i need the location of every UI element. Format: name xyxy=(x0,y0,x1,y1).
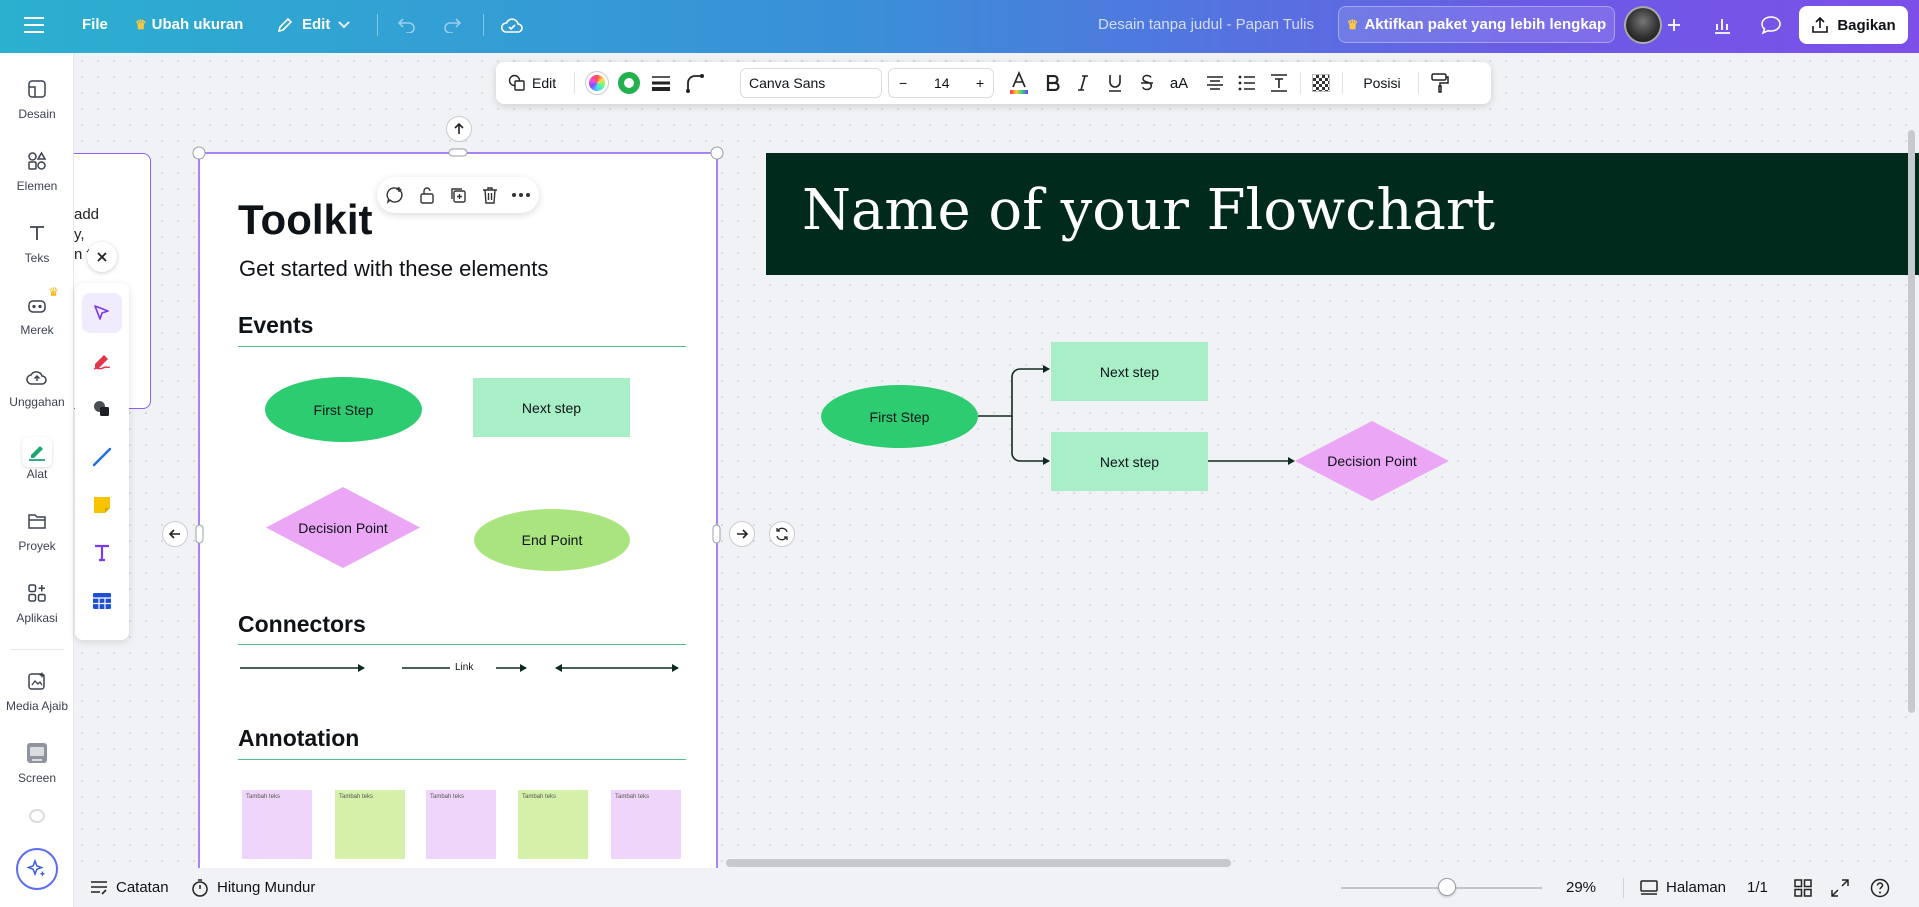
bold-icon xyxy=(1046,75,1060,91)
strikethrough-icon xyxy=(1141,74,1153,91)
fill-color-button[interactable] xyxy=(582,62,612,104)
italic-button[interactable] xyxy=(1068,62,1098,104)
page-count-text: 1/1 xyxy=(1747,879,1768,896)
position-button[interactable]: Posisi xyxy=(1352,62,1412,104)
zoom-slider-handle[interactable] xyxy=(1438,878,1456,896)
grid-view-button[interactable] xyxy=(1794,868,1812,907)
spacing-button[interactable] xyxy=(1264,62,1294,104)
text-color-button[interactable] xyxy=(1004,62,1034,104)
italic-icon xyxy=(1078,75,1088,91)
align-center-icon xyxy=(1207,76,1223,90)
vertical-scrollbar[interactable] xyxy=(1908,130,1915,713)
increase-font-button[interactable]: + xyxy=(976,75,984,91)
pages-icon xyxy=(1640,879,1658,895)
expand-icon xyxy=(1831,878,1849,897)
shape-label: Next step xyxy=(1099,363,1160,380)
flow-next-step-rect-2[interactable]: Next step xyxy=(1051,432,1208,491)
text-spacing-icon xyxy=(1271,74,1287,92)
connector-to-next-step-2[interactable] xyxy=(1011,416,1049,462)
notes-label: Catatan xyxy=(116,879,169,896)
border-color-button[interactable] xyxy=(614,62,644,104)
notes-icon xyxy=(91,880,107,895)
paint-roller-icon xyxy=(1431,73,1449,93)
toolbar-separator xyxy=(574,72,575,94)
fullscreen-button[interactable] xyxy=(1831,868,1849,907)
transparency-button[interactable] xyxy=(1306,62,1336,104)
bottom-divider xyxy=(1623,878,1624,898)
align-button[interactable] xyxy=(1200,62,1230,104)
position-label: Posisi xyxy=(1363,75,1401,91)
green-ring-icon xyxy=(618,72,640,94)
pages-button[interactable]: Halaman xyxy=(1640,868,1726,907)
horizontal-scrollbar[interactable] xyxy=(726,859,1231,867)
rainbow-color-icon xyxy=(586,72,608,94)
pages-label: Halaman xyxy=(1666,879,1727,896)
font-family-select[interactable]: Canva Sans xyxy=(740,68,882,98)
font-family-value: Canva Sans xyxy=(749,75,826,91)
curve-icon xyxy=(686,74,704,93)
arrowhead xyxy=(1043,365,1050,373)
flowchart-connectors xyxy=(978,365,1295,465)
shape-label: First Step xyxy=(869,408,930,425)
flow-decision-diamond[interactable]: Decision Point xyxy=(1295,421,1449,501)
border-weight-icon xyxy=(652,76,670,91)
border-style-button[interactable] xyxy=(646,62,676,104)
help-icon xyxy=(1870,878,1890,897)
timer-label: Hitung Mundur xyxy=(217,879,316,896)
arrowhead xyxy=(1288,457,1295,465)
checker-icon xyxy=(1312,74,1330,92)
grid-icon xyxy=(1794,878,1812,897)
toolbar-separator xyxy=(1418,72,1419,94)
bold-button[interactable] xyxy=(1038,62,1068,104)
notes-button[interactable]: Catatan xyxy=(90,868,169,907)
font-size-value[interactable]: 14 xyxy=(934,75,950,91)
underline-button[interactable] xyxy=(1100,62,1130,104)
edit-shape-button[interactable]: Edit xyxy=(508,62,556,104)
underline-icon xyxy=(1109,75,1121,92)
flow-next-step-rect-1[interactable]: Next step xyxy=(1051,342,1208,401)
timer-icon xyxy=(192,878,208,897)
flow-first-step-ellipse[interactable]: First Step xyxy=(821,385,978,448)
edit-shape-label: Edit xyxy=(532,75,557,91)
bullet-list-icon xyxy=(1238,75,1255,91)
shape-edit-icon xyxy=(508,74,525,91)
decrease-font-button[interactable]: − xyxy=(899,75,907,91)
list-button[interactable] xyxy=(1232,62,1262,104)
arrowhead xyxy=(1043,457,1050,465)
toolbar-separator xyxy=(1342,72,1343,94)
help-button[interactable] xyxy=(1870,868,1890,907)
corner-style-button[interactable] xyxy=(680,62,710,104)
font-size-stepper[interactable]: − 14 + xyxy=(888,68,994,98)
letter-case-label: aA xyxy=(1169,74,1189,92)
zoom-percent: 29% xyxy=(1566,879,1597,896)
letter-case-button[interactable]: aA xyxy=(1162,62,1196,104)
toolbar-separator xyxy=(1300,72,1301,94)
shape-label: Next step xyxy=(1099,453,1160,470)
text-formatting-toolbar: Edit Canva Sans − 14 + aA Posisi xyxy=(496,62,1491,104)
zoom-percent-button[interactable]: 29% xyxy=(1566,868,1596,907)
shape-label: Decision Point xyxy=(1327,453,1417,469)
copy-style-button[interactable] xyxy=(1425,62,1455,104)
text-color-icon xyxy=(1010,71,1028,94)
connector-to-next-step-1[interactable] xyxy=(978,368,1049,417)
page-count[interactable]: 1/1 xyxy=(1747,868,1768,907)
bottom-bar: Catatan Hitung Mundur 29% Halaman 1/1 xyxy=(74,868,1919,907)
timer-button[interactable]: Hitung Mundur xyxy=(191,868,315,907)
strikethrough-button[interactable] xyxy=(1132,62,1162,104)
